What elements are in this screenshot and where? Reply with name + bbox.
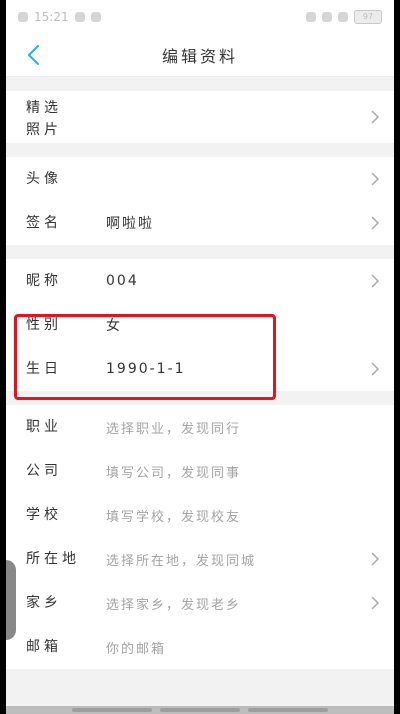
chevron-right-icon [371,362,380,376]
nickname-label: 昵称 [26,272,62,289]
birthday-value: 1990-1-1 [106,361,186,377]
chevron-right-icon [371,172,380,186]
signature-value: 啊啦啦 [106,216,154,232]
back-button[interactable] [18,40,48,70]
hometown-label: 家乡 [26,594,62,611]
page-title: 编辑资料 [161,47,238,66]
email-label: 邮箱 [26,638,62,655]
location-label: 所在地 [26,550,80,567]
gender-row: 性别 女 [6,303,394,347]
email-row[interactable]: 邮箱 你的邮箱 [6,625,394,669]
featured-photos-row[interactable]: 精选照片 [6,91,394,143]
avatar-row[interactable]: 头像 [6,157,394,201]
status-bar: 15:21 97 [6,0,394,34]
more-info-section: 职业 选择职业，发现同行 公司 填写公司，发现同事 学校 填写学校，发现校友 所… [6,405,394,669]
chevron-right-icon [371,216,380,230]
school-placeholder: 填写学校，发现校友 [106,509,242,525]
vibrate-icon [306,12,316,22]
school-label: 学校 [26,506,62,523]
hometown-placeholder: 选择家乡，发现老乡 [106,597,242,613]
wifi-icon [338,12,348,22]
school-row[interactable]: 学校 填写学校，发现校友 [6,493,394,537]
photos-section: 精选照片 [6,91,394,143]
company-label: 公司 [26,462,62,479]
birthday-row[interactable]: 生日 1990-1-1 [6,347,394,391]
nickname-value: 004 [106,273,139,289]
header-bar: 编辑资料 [6,34,394,77]
company-row[interactable]: 公司 填写公司，发现同事 [6,449,394,493]
alarm-icon [322,12,332,22]
birthday-label: 生日 [26,360,62,377]
job-row[interactable]: 职业 选择职业，发现同行 [6,405,394,449]
app-icon [74,12,85,22]
bottom-bar [6,706,394,714]
side-drawer-handle[interactable] [6,560,16,640]
profile-section: 头像 签名 啊啦啦 [6,157,394,245]
job-label: 职业 [26,418,62,435]
basic-info-section: 昵称 004 性别 女 生日 1990-1-1 [6,259,394,391]
chevron-right-icon [371,552,380,566]
nickname-row[interactable]: 昵称 004 [6,259,394,303]
chevron-right-icon [371,110,380,124]
avatar-label: 头像 [26,170,62,187]
job-placeholder: 选择职业，发现同行 [106,421,242,437]
gender-label: 性别 [26,316,62,333]
chevron-left-icon [27,44,40,66]
signature-row[interactable]: 签名 啊啦啦 [6,201,394,245]
company-placeholder: 填写公司，发现同事 [106,465,242,481]
edit-profile-screen: 15:21 97 编辑资料 精选照片 头像 签名 啊啦啦 昵称 004 性别 女… [6,0,394,714]
email-placeholder: 你的邮箱 [106,641,167,657]
signature-label: 签名 [26,214,62,231]
battery-icon: 97 [354,10,382,24]
notification-icon [18,12,28,22]
cat-icon [90,12,101,22]
gender-value: 女 [106,318,122,334]
chevron-right-icon [371,274,380,288]
status-time: 15:21 [34,10,69,24]
location-placeholder: 选择所在地，发现同城 [106,553,257,569]
location-row[interactable]: 所在地 选择所在地，发现同城 [6,537,394,581]
chevron-right-icon [371,596,380,610]
featured-photos-label: 精选照片 [26,100,62,138]
hometown-row[interactable]: 家乡 选择家乡，发现老乡 [6,581,394,625]
